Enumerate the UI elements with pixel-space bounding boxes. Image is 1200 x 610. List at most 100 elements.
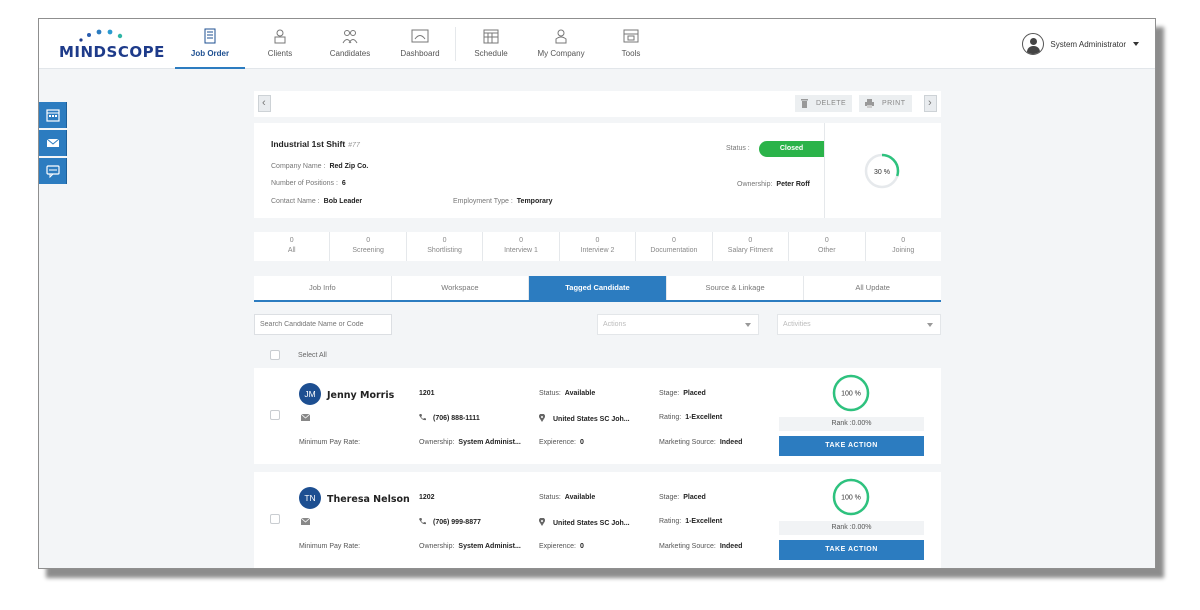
candidate-ownership: Ownership: System Administ...: [419, 439, 521, 446]
candidate-name[interactable]: Jenny Morris: [327, 390, 394, 401]
stage-label: Documentation: [650, 247, 698, 254]
delete-label: DELETE: [816, 100, 847, 107]
candidate-location: United States SC Joh...: [539, 517, 630, 527]
stage-count: 0: [671, 237, 676, 244]
tab-job-info[interactable]: Job Info: [254, 276, 392, 300]
candidate-phone[interactable]: (706) 999-8877: [419, 518, 481, 526]
delete-button[interactable]: DELETE: [795, 95, 853, 112]
nav-schedule[interactable]: Schedule: [456, 19, 526, 69]
rating-value: 1-Excellent: [685, 414, 723, 421]
candidate-code-value: 1202: [419, 494, 435, 501]
stage-other[interactable]: 0 Other: [789, 232, 866, 261]
side-tab-email[interactable]: [39, 130, 67, 156]
candidate-avatar: TN: [299, 487, 321, 509]
side-tab-calendar[interactable]: [39, 102, 67, 128]
tab-tagged-candidate[interactable]: Tagged Candidate: [529, 276, 667, 300]
main-nav: Job Order Clients Candidates Dashboard S…: [175, 19, 666, 69]
contact-label: Contact Name :: [271, 198, 320, 205]
tools-icon: [623, 29, 639, 43]
rank-value: Rank :0.00%: [779, 521, 924, 535]
select-all-row: Select All: [254, 346, 941, 366]
job-order-icon: [204, 28, 216, 44]
stage-salary-fitment[interactable]: 0 Salary Fitment: [713, 232, 790, 261]
stage-all[interactable]: 0 All: [254, 232, 331, 261]
nav-tools[interactable]: Tools: [596, 19, 666, 69]
stage-joining[interactable]: 0 Joining: [866, 232, 941, 261]
stage-count: 0: [442, 237, 447, 244]
stage-count: 0: [748, 237, 753, 244]
stage-count: 0: [824, 237, 829, 244]
user-avatar-icon: [1022, 33, 1045, 55]
side-tab-sms[interactable]: [39, 158, 67, 184]
nav-label: Dashboard: [400, 49, 440, 58]
job-progress-text: 30 %: [874, 169, 890, 176]
candidate-search-input[interactable]: [254, 314, 392, 335]
tab-source-linkage[interactable]: Source & Linkage: [667, 276, 805, 300]
activities-dropdown[interactable]: Activities: [777, 314, 941, 335]
stage-value: Placed: [683, 494, 706, 501]
phone-icon: [419, 518, 426, 525]
candidate-name[interactable]: Theresa Nelson: [327, 494, 410, 505]
select-all-checkbox[interactable]: [270, 350, 280, 360]
candidate-status: Status: Available: [539, 390, 595, 397]
record-toolbar: ‹ DELETE PRINT ›: [254, 91, 941, 117]
previous-record-button[interactable]: ‹: [258, 95, 271, 112]
phone-icon: [419, 414, 426, 421]
user-menu[interactable]: System Administrator: [1022, 33, 1139, 55]
nav-candidates[interactable]: Candidates: [315, 19, 385, 69]
nav-dashboard[interactable]: Dashboard: [385, 19, 455, 69]
candidate-card: TN Theresa Nelson Minimum Pay Rate: 1202…: [254, 472, 941, 568]
nav-clients[interactable]: Clients: [245, 19, 315, 69]
status-label: Status:: [539, 390, 561, 397]
nav-label: Tools: [621, 49, 641, 58]
chevron-down-icon: [927, 323, 933, 327]
status-badge[interactable]: Closed: [759, 141, 824, 157]
logo-dots-icon: [79, 29, 123, 42]
take-action-button[interactable]: TAKE ACTION: [779, 436, 924, 456]
stage-documentation[interactable]: 0 Documentation: [636, 232, 713, 261]
experience-label: Expierence:: [539, 439, 576, 446]
actions-dropdown[interactable]: Actions: [597, 314, 759, 335]
nav-my-company[interactable]: My Company: [526, 19, 596, 69]
take-action-button[interactable]: TAKE ACTION: [779, 540, 924, 560]
candidate-checkbox[interactable]: [270, 514, 280, 524]
job-progress-ring: 30 %: [864, 153, 900, 189]
stage-label: Shortlisting: [427, 247, 462, 254]
candidate-location: United States SC Joh...: [539, 413, 630, 423]
email-icon: [46, 138, 60, 147]
chevron-right-icon: ›: [928, 97, 932, 109]
candidate-marketing-source: Marketing Source: Indeed: [659, 439, 742, 446]
ownership-field: Ownership: Peter Roff: [737, 181, 810, 188]
nav-label: Schedule: [474, 49, 508, 58]
stage-label: Stage:: [659, 494, 680, 501]
match-score-text: 100 %: [841, 391, 861, 398]
status-label: Status:: [539, 494, 561, 501]
tab-all-update[interactable]: All Update: [804, 276, 941, 300]
marketing-label: Marketing Source:: [659, 543, 716, 550]
mindscope-logo[interactable]: MINDSCOPE: [59, 27, 164, 61]
location-pin-icon: [539, 517, 545, 526]
email-icon[interactable]: [301, 414, 310, 421]
company-name-field: Company Name : Red Zip Co.: [271, 163, 368, 170]
next-record-button[interactable]: ›: [924, 95, 937, 112]
stage-screening[interactable]: 0 Screening: [330, 232, 407, 261]
stage-interview-1[interactable]: 0 Interview 1: [483, 232, 560, 261]
contact-value: Bob Leader: [323, 198, 363, 205]
experience-label: Expierence:: [539, 543, 576, 550]
tab-workspace[interactable]: Workspace: [392, 276, 530, 300]
print-button[interactable]: PRINT: [859, 95, 912, 112]
match-score-ring: 100 %: [832, 478, 870, 516]
stage-shortlisting[interactable]: 0 Shortlisting: [407, 232, 484, 261]
email-icon[interactable]: [301, 518, 310, 525]
location-value: United States SC Joh...: [553, 416, 630, 423]
candidate-checkbox[interactable]: [270, 410, 280, 420]
nav-label: Candidates: [329, 49, 371, 58]
positions-label: Number of Positions :: [271, 180, 338, 187]
clients-icon: [274, 29, 286, 44]
stage-interview-2[interactable]: 0 Interview 2: [560, 232, 637, 261]
candidate-phone[interactable]: (706) 888-1111: [419, 414, 480, 422]
stage-count: 0: [289, 237, 294, 244]
ownership-label: Ownership:: [737, 181, 773, 188]
status-value: Available: [564, 390, 596, 397]
nav-job-order[interactable]: Job Order: [175, 19, 245, 69]
